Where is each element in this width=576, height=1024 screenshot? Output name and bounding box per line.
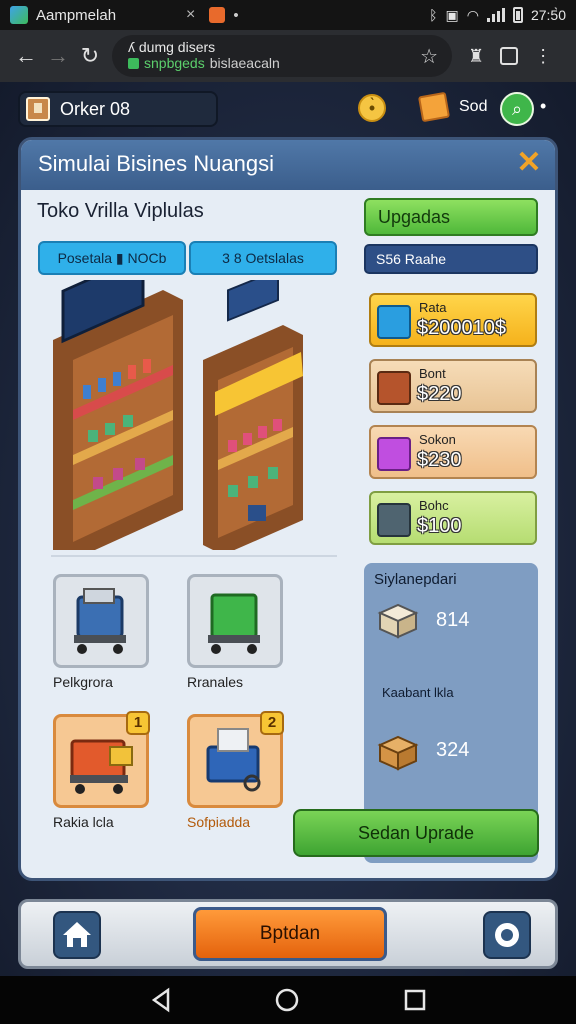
mood-face-icon[interactable]: •̀ bbox=[358, 94, 386, 122]
battery-icon bbox=[512, 7, 523, 23]
item-tile-4-label: Sofpiadda bbox=[187, 814, 251, 830]
forward-arrow-icon[interactable]: → bbox=[42, 43, 74, 69]
item-tile-4[interactable]: 2 bbox=[187, 711, 284, 808]
section-divider bbox=[51, 555, 337, 557]
url-path: bislaeacaln bbox=[209, 55, 280, 71]
item-tile-4-badge: 2 bbox=[260, 711, 284, 735]
star-icon[interactable]: ☆ bbox=[420, 44, 438, 69]
url-line-1: ʎ dumg disers bbox=[128, 39, 216, 55]
more-icon[interactable]: • bbox=[540, 96, 546, 117]
home-button[interactable] bbox=[53, 911, 101, 959]
panel-header: Simulai Bisines Nuangsi ✕ bbox=[21, 140, 555, 190]
green-cart-icon bbox=[208, 593, 260, 654]
url-domain: snpbgeds bbox=[144, 55, 205, 71]
cart-icon bbox=[377, 437, 411, 471]
user-label: Sod bbox=[459, 98, 488, 115]
price-card-value: $200010$ bbox=[417, 317, 506, 339]
system-navigation-bar bbox=[0, 976, 576, 1024]
app-logo-icon bbox=[10, 6, 28, 24]
bottom-bar: Bptdan bbox=[18, 899, 558, 969]
sidebar-value-1: 814 bbox=[436, 609, 470, 631]
system-home-icon[interactable] bbox=[273, 986, 301, 1014]
browser-tab-title[interactable]: Aampmelah bbox=[36, 7, 176, 24]
price-card-value: $220 bbox=[417, 383, 462, 405]
settings-button[interactable] bbox=[483, 911, 531, 959]
order-box-icon bbox=[26, 97, 50, 121]
search-icon[interactable]: ⌕ bbox=[500, 92, 534, 126]
menu-dots-icon[interactable]: ⋮ bbox=[534, 46, 552, 67]
price-card-3[interactable]: Sokon $230 bbox=[369, 425, 537, 479]
register-cart-icon bbox=[74, 588, 126, 654]
item-tile-2[interactable] bbox=[187, 574, 283, 668]
nfc-icon: ▣ bbox=[445, 6, 459, 23]
select-upgrade-button[interactable]: Sedan Uprade bbox=[293, 809, 539, 857]
secure-lock-icon bbox=[128, 57, 139, 69]
price-card-2[interactable]: Bont $220 bbox=[369, 359, 537, 413]
basket-icon bbox=[377, 371, 411, 405]
system-back-icon[interactable] bbox=[150, 986, 174, 1014]
trash-cart-icon bbox=[377, 503, 411, 537]
browser-toolbar: ← → ↻ ʎ dumg disers snpbgeds bislaeacaln… bbox=[0, 30, 576, 82]
sidebar-value-2: 324 bbox=[436, 739, 470, 761]
url-line-2: snpbgeds bislaeacaln bbox=[128, 55, 436, 71]
status-bar: Aampmelah × • ᛒ ▣ ◠ 27:5̀0 bbox=[0, 0, 576, 30]
tab-close-icon[interactable]: × bbox=[186, 6, 195, 24]
reload-icon[interactable]: ↻ bbox=[74, 43, 106, 69]
back-arrow-icon[interactable]: ← bbox=[10, 43, 42, 69]
item-tile-3-badge: 1 bbox=[126, 711, 150, 735]
panel-title: Simulai Bisines Nuangsi bbox=[38, 151, 274, 176]
shop-name: Toko Vrilla Viplulas bbox=[37, 200, 204, 222]
item-tile-3[interactable]: 1 bbox=[53, 711, 150, 808]
price-card-label: Sokon bbox=[419, 432, 456, 447]
price-card-label: Bohc bbox=[419, 498, 449, 513]
close-icon[interactable]: ✕ bbox=[513, 148, 545, 180]
item-tile-3-label: Rakia lcla bbox=[53, 814, 114, 830]
extension-icon[interactable]: ♜ bbox=[468, 46, 484, 67]
price-card-4[interactable]: Bohc $100 bbox=[369, 491, 537, 545]
stat-bar: S56 Raahe bbox=[364, 244, 538, 274]
wifi-icon: ◠ bbox=[466, 6, 479, 23]
shop-detail-pill[interactable]: 3 8 Oetslalas bbox=[189, 241, 337, 275]
price-card-1[interactable]: Rata $200010$ bbox=[369, 293, 537, 347]
item-tile-2-label: Rranales bbox=[187, 674, 244, 690]
notification-icon bbox=[209, 7, 226, 23]
shop-stat-pill[interactable]: Posetala ▮ NOCb bbox=[38, 241, 186, 275]
box-icon bbox=[377, 305, 411, 339]
gear-icon bbox=[495, 923, 519, 947]
order-counter[interactable]: Orker 08 bbox=[18, 91, 218, 127]
signal-icon bbox=[486, 8, 505, 22]
primary-action-button[interactable]: Bptdan bbox=[193, 907, 387, 961]
sidebar-text: Kaabant lkla bbox=[382, 685, 454, 700]
tabs-icon[interactable]: 1 bbox=[500, 47, 519, 65]
home-icon bbox=[63, 922, 91, 947]
order-label: Orker 08 bbox=[60, 98, 131, 119]
business-panel: Simulai Bisines Nuangsi ✕ Toko Vrilla Vi… bbox=[18, 137, 558, 881]
price-card-value: $230 bbox=[417, 449, 462, 471]
clock-time: 27:5̀0 bbox=[530, 7, 566, 23]
crate-icon bbox=[377, 735, 419, 771]
price-card-value: $100 bbox=[417, 515, 462, 537]
package-icon bbox=[377, 603, 419, 639]
gift-icon[interactable] bbox=[417, 91, 451, 123]
address-bar[interactable]: ʎ dumg disers snpbgeds bislaeacaln ☆ bbox=[112, 35, 452, 77]
bluetooth-icon: ᛒ bbox=[429, 7, 438, 23]
item-tile-1[interactable] bbox=[53, 574, 149, 668]
upgrades-button[interactable]: Upgadas bbox=[364, 198, 538, 236]
extra-indicator: • bbox=[233, 6, 239, 24]
shop-shelves-illustration bbox=[53, 280, 303, 550]
price-card-label: Bont bbox=[419, 366, 446, 381]
system-recents-icon[interactable] bbox=[403, 986, 427, 1014]
price-card-label: Rata bbox=[419, 300, 447, 315]
sidebar-title: Siylanepdari bbox=[374, 571, 457, 588]
item-tile-1-label: Pelkgrora bbox=[53, 674, 113, 690]
